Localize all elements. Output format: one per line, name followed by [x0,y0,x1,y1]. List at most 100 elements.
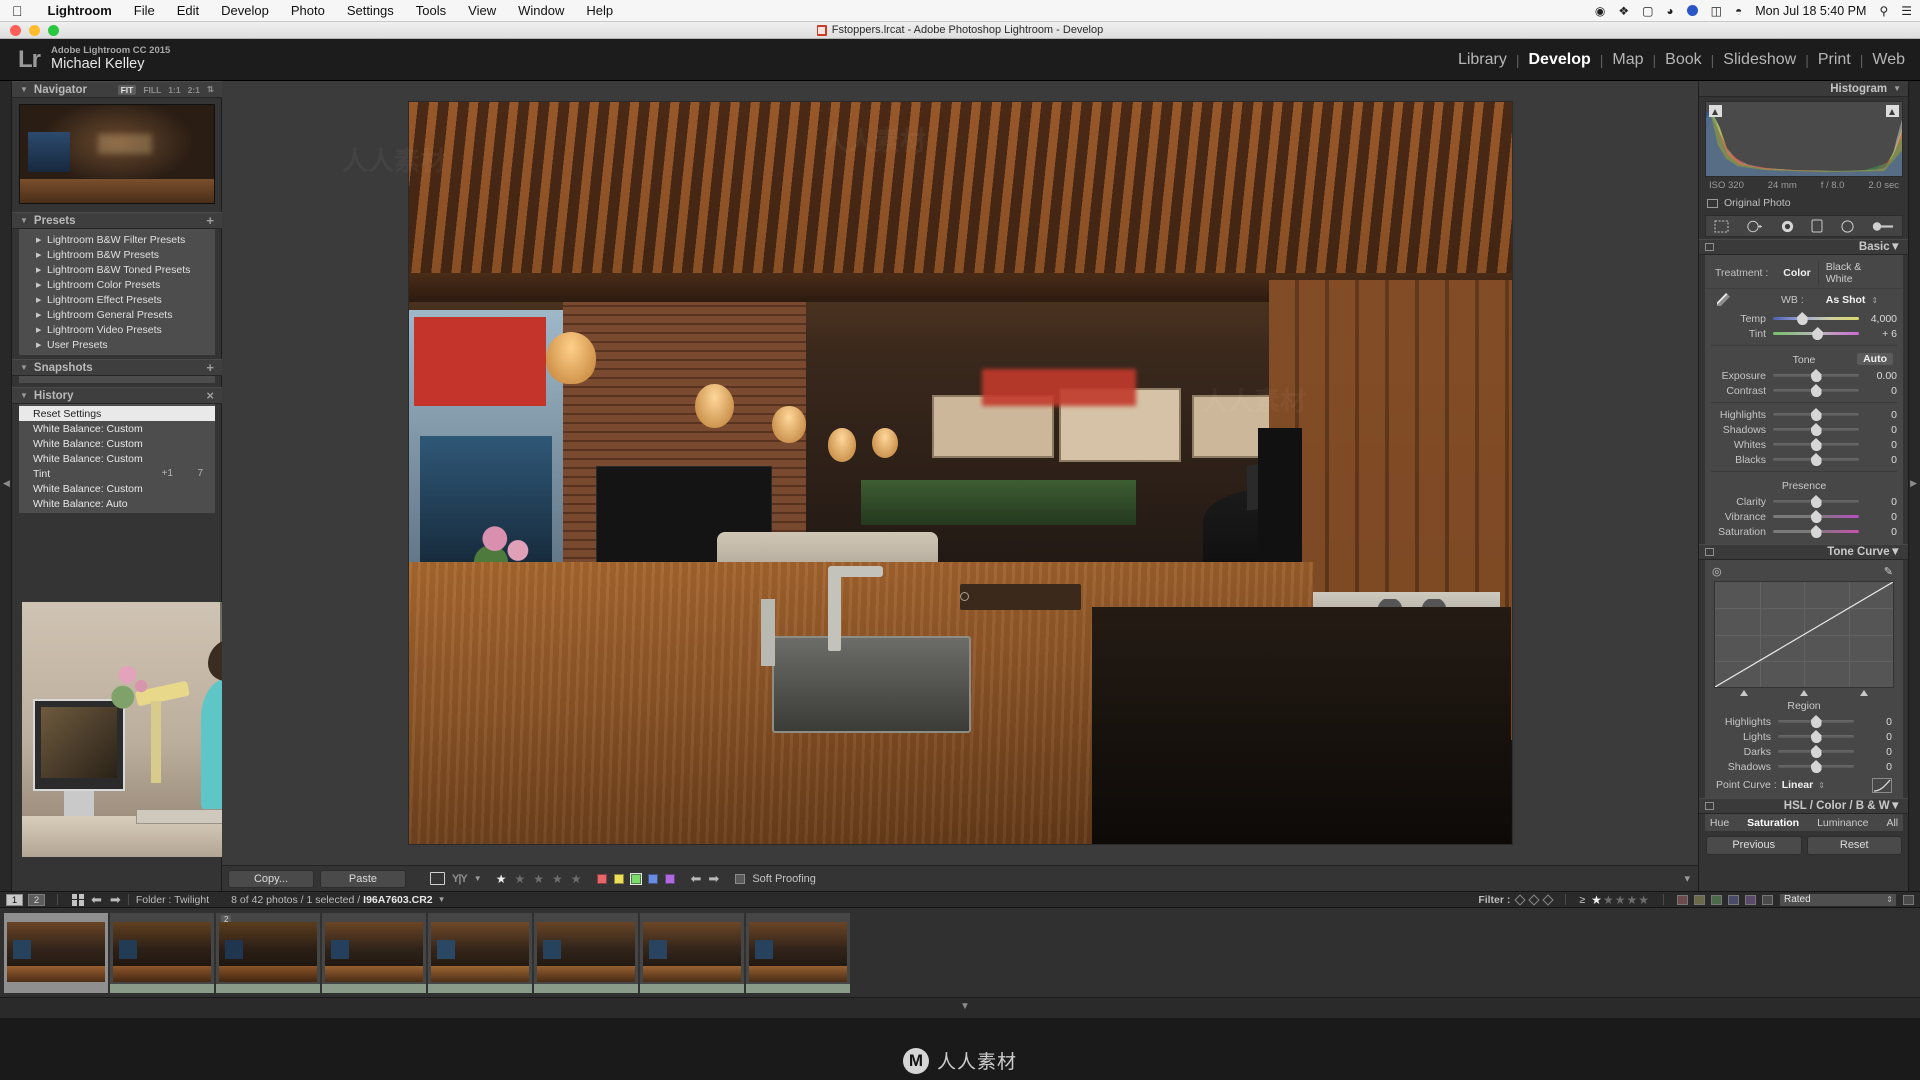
zoom-2-1-button[interactable]: 2:1 [188,85,200,95]
arrow-left-icon[interactable]: ⬅ [91,892,102,908]
search-icon[interactable]: ⚲ [1879,4,1888,18]
histogram-header[interactable]: Histogram ▼ [1699,81,1909,97]
module-print[interactable]: Print [1809,51,1860,69]
whites-value[interactable]: 0 [1859,439,1897,451]
clarity-slider-row[interactable]: Clarity 0 [1705,494,1903,509]
menu-item-edit[interactable]: Edit [166,3,210,18]
temp-value[interactable]: 4,000 [1859,313,1897,325]
identity-plate[interactable]: Adobe Lightroom CC 2015 Michael Kelley [51,45,170,74]
preset-group[interactable]: ▶ Lightroom General Presets [19,307,215,322]
highlights-value[interactable]: 0 [1859,409,1897,421]
preset-group[interactable]: ▶ Lightroom Color Presets [19,277,215,292]
close-icon[interactable] [10,24,21,36]
blacks-slider-knob[interactable] [1810,453,1822,466]
temp-slider-row[interactable]: Temp 4,000 [1705,311,1903,326]
clear-icon[interactable]: × [206,388,214,403]
wb-value[interactable]: As Shot [1826,294,1866,306]
preset-group[interactable]: ▶ Lightroom B&W Filter Presets [19,232,215,247]
star-4-icon[interactable]: ★ [552,872,564,886]
curve-darks-knob[interactable] [1810,745,1822,758]
clarity-slider-track[interactable] [1773,495,1859,508]
history-item[interactable]: White Balance: Custom [19,481,215,496]
color-label-red[interactable] [596,873,607,884]
history-item[interactable]: White Balance: Custom [19,421,215,436]
whites-slider-track[interactable] [1773,438,1859,451]
blacks-slider-row[interactable]: Blacks 0 [1705,452,1903,467]
wifi-icon[interactable]: ◓ [1735,4,1742,18]
preset-group[interactable]: ▶ Lightroom Effect Presets [19,292,215,307]
contrast-value[interactable]: 0 [1859,385,1897,397]
filmstrip-cell[interactable]: 2 [216,912,320,993]
soft-proofing-checkbox[interactable] [735,873,746,884]
history-item[interactable]: Reset Settings [19,406,215,421]
module-develop[interactable]: Develop [1520,51,1600,69]
current-filename[interactable]: I96A7603.CR2 [363,894,432,906]
arrow-right-icon[interactable]: ➡ [708,871,719,887]
spot-removal-icon[interactable] [1746,220,1763,233]
panel-switch-icon[interactable] [1705,548,1714,556]
red-eye-icon[interactable] [1780,220,1795,233]
loupe-view-icon[interactable] [430,872,445,885]
menu-item-photo[interactable]: Photo [280,3,336,18]
chevron-down-icon[interactable]: ⇕ [1871,296,1878,305]
zoom-window-icon[interactable] [48,24,59,36]
radial-filter-icon[interactable] [1840,219,1855,233]
curve-lights-row[interactable]: Lights 0 [1710,729,1898,744]
highlights-slider-row[interactable]: Highlights 0 [1705,407,1903,422]
filter-star-4-icon[interactable]: ★ [1626,893,1638,907]
menu-bar-clock[interactable]: Mon Jul 18 5:40 PM [1755,4,1866,18]
point-curve-value[interactable]: Linear [1782,779,1814,791]
temp-slider-track[interactable] [1773,312,1859,325]
vibrance-slider-knob[interactable] [1810,510,1822,523]
tint-slider-track[interactable] [1773,327,1859,340]
clarity-slider-knob[interactable] [1810,495,1822,508]
vibrance-value[interactable]: 0 [1859,511,1897,523]
toolbar-toggle-icon[interactable]: ▾ [1684,872,1690,885]
tab-luminance[interactable]: Luminance [1808,817,1877,829]
curve-highlights-value[interactable]: 0 [1854,716,1892,728]
treatment-bw-option[interactable]: Black & White [1817,261,1895,285]
targeted-adjustment-icon[interactable]: ◎ [1712,565,1722,578]
navigator-preview[interactable] [19,104,215,204]
auto-tone-button[interactable]: Auto [1857,353,1893,365]
star-3-icon[interactable]: ★ [533,872,545,886]
menu-item-file[interactable]: File [123,3,166,18]
graduated-filter-icon[interactable] [1811,219,1823,233]
preset-group[interactable]: ▶ User Presets [19,337,215,352]
reset-button[interactable]: Reset [1806,836,1902,855]
saturation-slider-knob[interactable] [1810,525,1822,538]
vibrance-slider-row[interactable]: Vibrance 0 [1705,509,1903,524]
saturation-value[interactable]: 0 [1859,526,1897,538]
exposure-slider-track[interactable] [1773,369,1859,382]
curve-lights-value[interactable]: 0 [1854,731,1892,743]
star-2-icon[interactable]: ★ [514,872,526,886]
preset-group[interactable]: ▶ Lightroom B&W Presets [19,247,215,262]
left-panel-toggle[interactable]: ◀ [0,81,12,891]
screen-2-button[interactable]: 2 [28,893,45,906]
filmstrip-cell[interactable] [640,912,744,993]
white-balance-selector-icon[interactable] [1715,292,1733,308]
panel-switch-icon[interactable] [1705,802,1714,810]
curve-darks-row[interactable]: Darks 0 [1710,744,1898,759]
menu-item-window[interactable]: Window [507,3,575,18]
curve-darks-value[interactable]: 0 [1854,746,1892,758]
tint-slider-row[interactable]: Tint + 6 [1705,326,1903,341]
dropbox-icon[interactable]: ❖ [1618,4,1629,18]
menu-item-lightroom[interactable]: Lightroom [37,3,123,18]
curve-highlights-knob[interactable] [1810,715,1822,728]
crop-overlay-icon[interactable] [1714,220,1729,233]
filter-preset-select[interactable]: Rated ⇕ [1779,892,1897,907]
filter-color-green[interactable] [1711,894,1722,905]
tone-curve-section-header[interactable]: Tone Curve ▼ [1699,544,1909,560]
source-label[interactable]: Folder : Twilight [136,894,209,906]
tint-slider-knob[interactable] [1812,327,1824,340]
highlights-slider-knob[interactable] [1810,408,1822,421]
tone-curve-graph[interactable] [1714,581,1894,688]
point-curve-preview-icon[interactable] [1872,777,1892,793]
filter-star-1-icon[interactable]: ★ [1591,893,1603,907]
curve-shadows-track[interactable] [1778,760,1854,773]
curve-lights-knob[interactable] [1810,730,1822,743]
history-header[interactable]: ▼ History × [12,387,222,404]
rating-operator[interactable]: ≥ [1579,894,1585,906]
history-item[interactable]: White Balance: Auto [19,496,215,511]
